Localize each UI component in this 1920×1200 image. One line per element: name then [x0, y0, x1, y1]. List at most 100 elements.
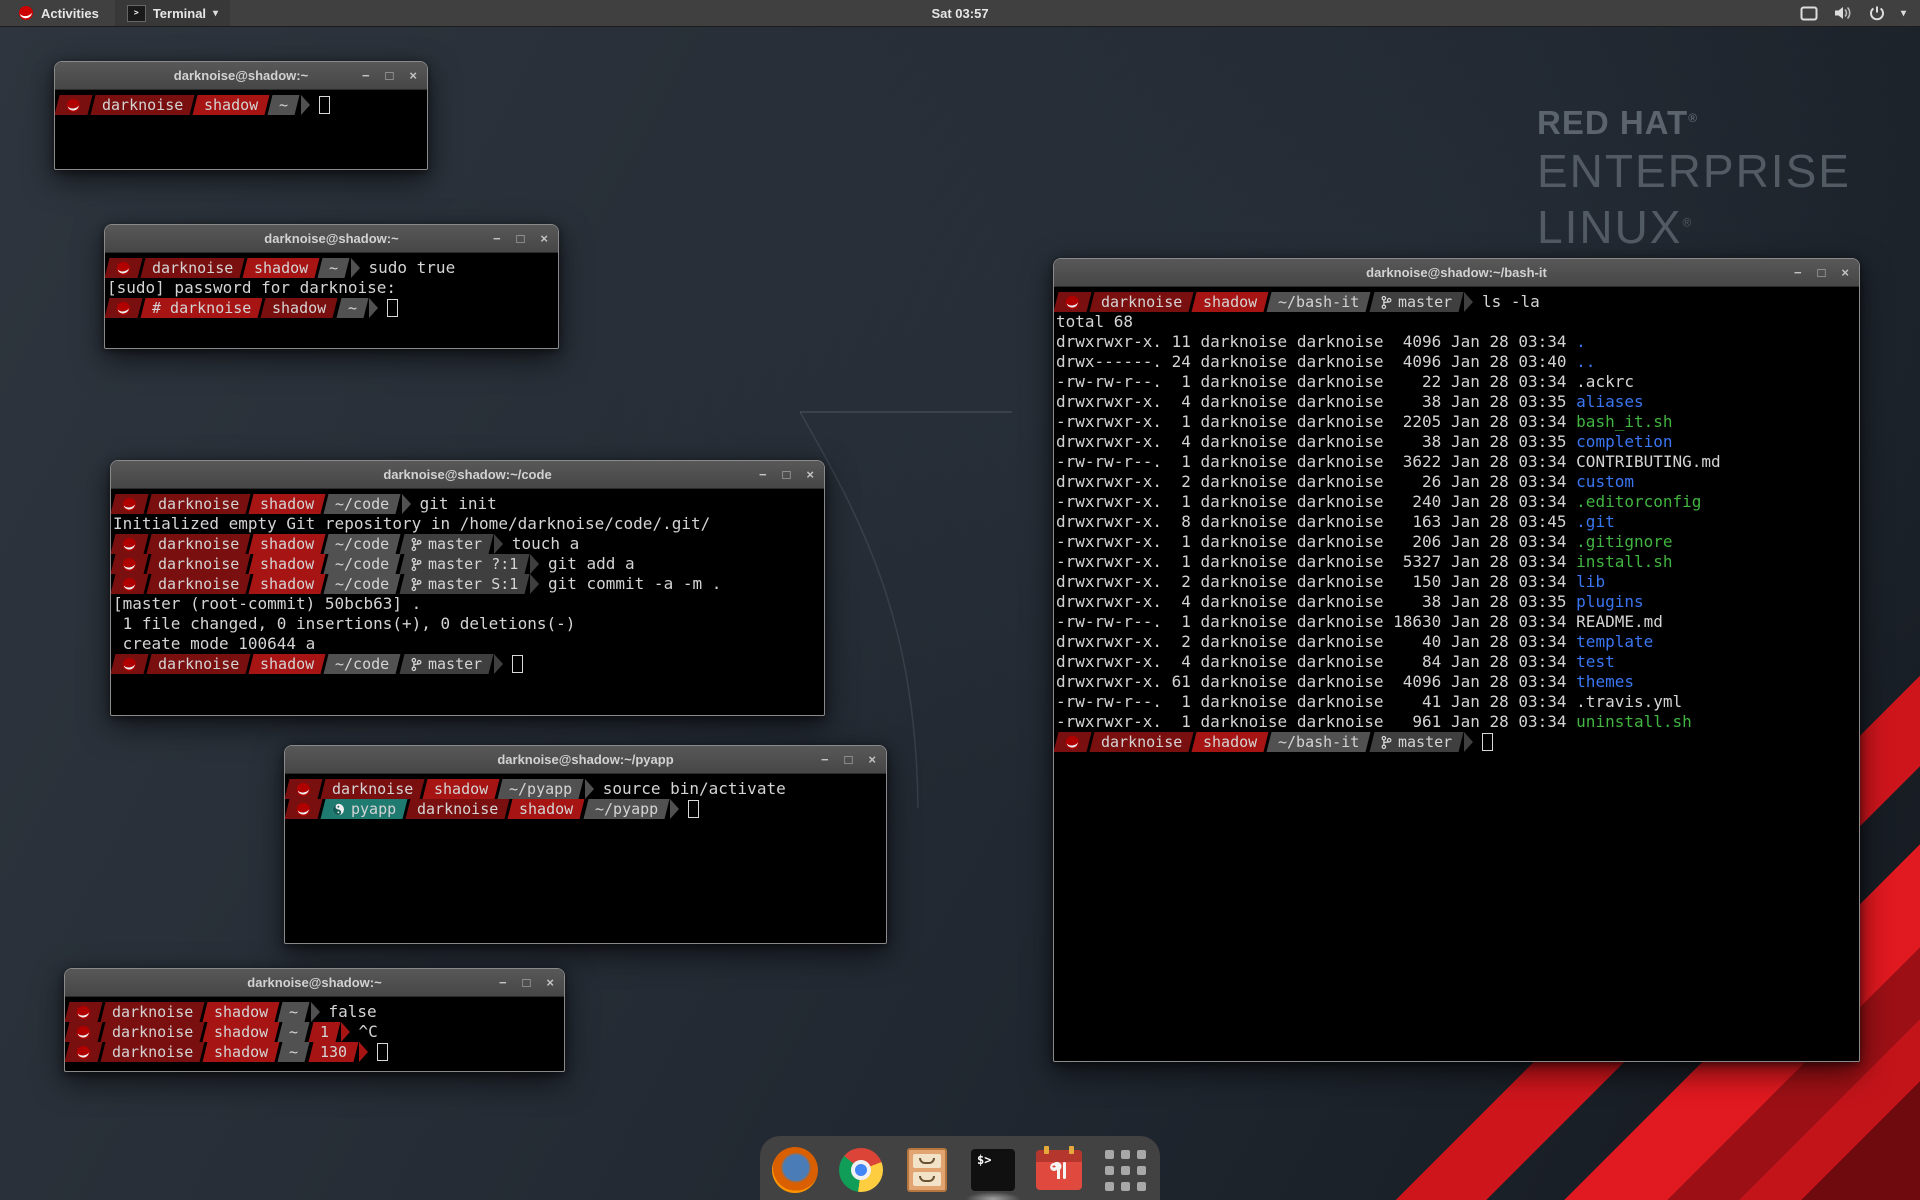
maximize-button[interactable]: □ — [1818, 259, 1826, 286]
terminal-output-line: drwxrwxr-x. 11 darknoise darknoise 4096 … — [1056, 332, 1857, 352]
directory-name: . — [1576, 332, 1586, 351]
segment-text: darknoise — [158, 534, 239, 554]
dock-item-terminal[interactable]: $> — [969, 1146, 1017, 1194]
close-button[interactable]: × — [540, 225, 548, 252]
power-icon[interactable] — [1869, 5, 1885, 21]
minimize-button[interactable]: − — [493, 225, 501, 252]
clock-label[interactable]: Sat 03:57 — [931, 6, 988, 21]
terminal-cursor — [512, 655, 523, 673]
screen-icon[interactable] — [1800, 6, 1818, 21]
prompt-arrow — [359, 1042, 368, 1062]
segment-text: shadow — [1203, 732, 1257, 752]
minimize-button[interactable]: − — [499, 969, 507, 996]
maximize-button[interactable]: □ — [517, 225, 525, 252]
prompt-segment-path: ~/pyapp — [583, 799, 669, 819]
segment-text: ~ — [289, 1042, 298, 1062]
redhat-icon — [18, 5, 34, 21]
segment-text: master — [428, 654, 482, 674]
terminal-output-line: -rw-rw-r--. 1 darknoise darknoise 22 Jan… — [1056, 372, 1857, 392]
executable-name: uninstall.sh — [1576, 712, 1692, 731]
terminal-cursor — [387, 299, 398, 317]
prompt-segment-user — [111, 654, 148, 674]
segment-text: shadow — [214, 1022, 268, 1042]
prompt-segment-user — [65, 1002, 102, 1022]
minimize-button[interactable]: − — [1794, 259, 1802, 286]
app-menu-terminal[interactable]: > Terminal ▾ — [115, 0, 230, 26]
terminal-output-line: drwxrwxr-x. 4 darknoise darknoise 38 Jan… — [1056, 432, 1857, 452]
redhat-icon — [66, 98, 81, 113]
clock: Sat 03:57 — [0, 6, 1920, 21]
maximize-button[interactable]: □ — [386, 62, 394, 89]
close-button[interactable]: × — [546, 969, 554, 996]
redhat-icon — [296, 802, 311, 817]
window-title-bar[interactable]: darknoise@shadow:~−□× — [105, 225, 558, 253]
window-title-bar[interactable]: darknoise@shadow:~−□× — [55, 62, 427, 90]
segment-text: ~/bash-it — [1278, 732, 1359, 752]
prompt-segment-host: shadow — [249, 534, 326, 554]
output-text: -rwxrwxr-x. 1 darknoise darknoise 5327 J… — [1056, 552, 1576, 571]
redhat-icon — [116, 301, 131, 316]
terminal-content[interactable]: darknoiseshadow~sudo true[sudo] password… — [105, 253, 558, 349]
terminal-output-line: -rwxrwxr-x. 1 darknoise darknoise 2205 J… — [1056, 412, 1857, 432]
maximize-button[interactable]: □ — [845, 746, 853, 773]
prompt-segment-path: ~/code — [324, 574, 401, 594]
terminal-content[interactable]: darknoiseshadow~ — [55, 90, 427, 170]
prompt-segment-user: shadow — [261, 298, 338, 318]
maximize-button[interactable]: □ — [523, 969, 531, 996]
terminal-content[interactable]: darknoiseshadow~falsedarknoiseshadow~1^C… — [65, 997, 564, 1072]
prompt-segment-path: ~ — [336, 298, 368, 318]
prompt-segment-git: master ?:1 — [399, 554, 529, 574]
window-title-bar[interactable]: darknoise@shadow:~/bash-it−□× — [1054, 259, 1859, 287]
prompt-segment-path: ~/bash-it — [1267, 732, 1371, 752]
directory-name: .git — [1576, 512, 1615, 531]
prompt-segment-user: darknoise — [147, 654, 251, 674]
window-title: darknoise@shadow:~/code — [383, 467, 551, 482]
dock-item-app-grid[interactable] — [1101, 1146, 1149, 1194]
git-branch-icon — [1381, 735, 1392, 750]
chevron-down-icon[interactable]: ▾ — [1901, 8, 1906, 19]
close-button[interactable]: × — [1841, 259, 1849, 286]
segment-text: shadow — [260, 554, 314, 574]
close-button[interactable]: × — [409, 62, 417, 89]
registered-mark: ® — [1688, 111, 1698, 125]
output-text: -rwxrwxr-x. 1 darknoise darknoise 240 Ja… — [1056, 492, 1576, 511]
output-text: drwxrwxr-x. 61 darknoise darknoise 4096 … — [1056, 672, 1576, 691]
terminal-content[interactable]: darknoiseshadow~/bash-itmasterls -latota… — [1054, 287, 1859, 1062]
output-text: -rwxrwxr-x. 1 darknoise darknoise 2205 J… — [1056, 412, 1576, 431]
segment-text: ~ — [348, 298, 357, 318]
window-title-bar[interactable]: darknoise@shadow:~/pyapp−□× — [285, 746, 886, 774]
minimize-button[interactable]: − — [362, 62, 370, 89]
output-text: .ackrc — [1576, 372, 1634, 391]
minimize-button[interactable]: − — [821, 746, 829, 773]
dock-item-firefox[interactable] — [771, 1146, 819, 1194]
output-text: -rw-rw-r--. 1 darknoise darknoise 18630 … — [1056, 612, 1576, 631]
prompt-segment-path: ~ — [318, 258, 350, 278]
volume-icon[interactable] — [1834, 5, 1853, 21]
close-button[interactable]: × — [806, 461, 814, 488]
prompt-segment-user: darknoise — [101, 1002, 205, 1022]
git-branch-icon — [411, 537, 422, 552]
segment-text: master ?:1 — [428, 554, 518, 574]
dock-item-chrome[interactable] — [837, 1146, 885, 1194]
segment-text: darknoise — [112, 1022, 193, 1042]
segment-text: shadow — [254, 258, 308, 278]
maximize-button[interactable]: □ — [783, 461, 791, 488]
window-controls: −□ × — [499, 969, 554, 996]
command-text: touch a — [503, 534, 579, 554]
dock-item-toolbox[interactable] — [1035, 1146, 1083, 1194]
terminal-prompt-line: darknoiseshadow~130 — [67, 1042, 562, 1062]
terminal-prompt-line: darknoiseshadow~/codemaster S:1git commi… — [113, 574, 822, 594]
prompt-segment-user — [1054, 732, 1091, 752]
segment-text: ~/bash-it — [1278, 292, 1359, 312]
minimize-button[interactable]: − — [759, 461, 767, 488]
window-title-bar[interactable]: darknoise@shadow:~−□× — [65, 969, 564, 997]
terminal-window: darknoise@shadow:~−□×darknoiseshadow~fal… — [64, 968, 565, 1072]
prompt-segment-user — [65, 1022, 102, 1042]
terminal-content[interactable]: darknoiseshadow~/pyappsource bin/activat… — [285, 774, 886, 944]
activities-button[interactable]: Activities — [8, 0, 109, 26]
output-text: drwxrwxr-x. 8 darknoise darknoise 163 Ja… — [1056, 512, 1576, 531]
close-button[interactable]: × — [868, 746, 876, 773]
dock-item-files[interactable] — [903, 1146, 951, 1194]
window-title-bar[interactable]: darknoise@shadow:~/code −□ × — [111, 461, 824, 489]
terminal-content[interactable]: darknoiseshadow~/codegit initInitialized… — [111, 489, 824, 716]
